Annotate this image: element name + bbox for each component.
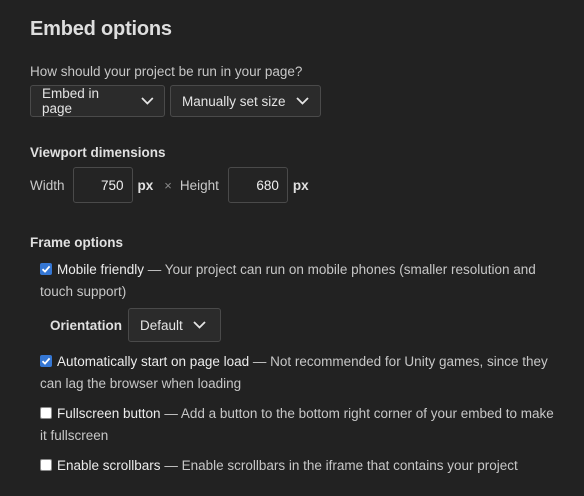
viewport-heading: Viewport dimensions — [30, 145, 166, 160]
option-autostart: Automatically start on page load — Not r… — [40, 351, 560, 395]
scrollbars-checkbox[interactable] — [40, 459, 52, 471]
embed-mode-select[interactable]: Embed in page — [30, 85, 165, 117]
fullscreen-label[interactable]: Fullscreen button — [57, 406, 161, 421]
scrollbars-label[interactable]: Enable scrollbars — [57, 458, 161, 473]
embed-mode-value: Embed in page — [42, 86, 100, 116]
width-input[interactable] — [72, 167, 133, 203]
orientation-label: Orientation — [50, 317, 123, 333]
orientation-select[interactable]: Default — [128, 308, 222, 342]
mobile-friendly-label[interactable]: Mobile friendly — [57, 262, 144, 277]
check-icon — [41, 357, 51, 365]
size-mode-value: Manually set size — [182, 93, 286, 109]
frame-options-heading: Frame options — [30, 235, 124, 250]
embed-options-panel: Embed options How should your project be… — [30, 0, 584, 496]
height-input[interactable] — [227, 167, 288, 203]
chevron-down-icon — [193, 321, 206, 329]
times-icon: × — [164, 177, 172, 193]
width-unit: px — [137, 177, 154, 193]
check-icon — [41, 265, 51, 273]
fullscreen-checkbox[interactable] — [40, 407, 52, 419]
option-fullscreen-button: Fullscreen button — Add a button to the … — [40, 403, 560, 447]
autostart-label[interactable]: Automatically start on page load — [57, 354, 249, 369]
size-mode-select[interactable]: Manually set size — [170, 85, 321, 117]
chevron-down-icon — [295, 97, 309, 105]
mobile-friendly-checkbox[interactable] — [40, 263, 52, 275]
viewport-dimensions-row: Width px × Height px — [30, 167, 309, 203]
page-title: Embed options — [30, 18, 172, 40]
height-label: Height — [179, 177, 219, 193]
orientation-row: Orientation Default — [50, 308, 222, 342]
autostart-checkbox[interactable] — [40, 355, 52, 367]
option-enable-scrollbars: Enable scrollbars — Enable scrollbars in… — [40, 455, 560, 477]
run-mode-question: How should your project be run in your p… — [30, 64, 303, 79]
chevron-down-icon — [141, 97, 154, 105]
width-label: Width — [30, 177, 65, 193]
orientation-value: Default — [140, 317, 183, 333]
option-mobile-friendly: Mobile friendly — Your project can run o… — [40, 259, 560, 303]
height-unit: px — [292, 177, 309, 193]
scrollbars-description: — Enable scrollbars in the iframe that c… — [160, 458, 518, 473]
